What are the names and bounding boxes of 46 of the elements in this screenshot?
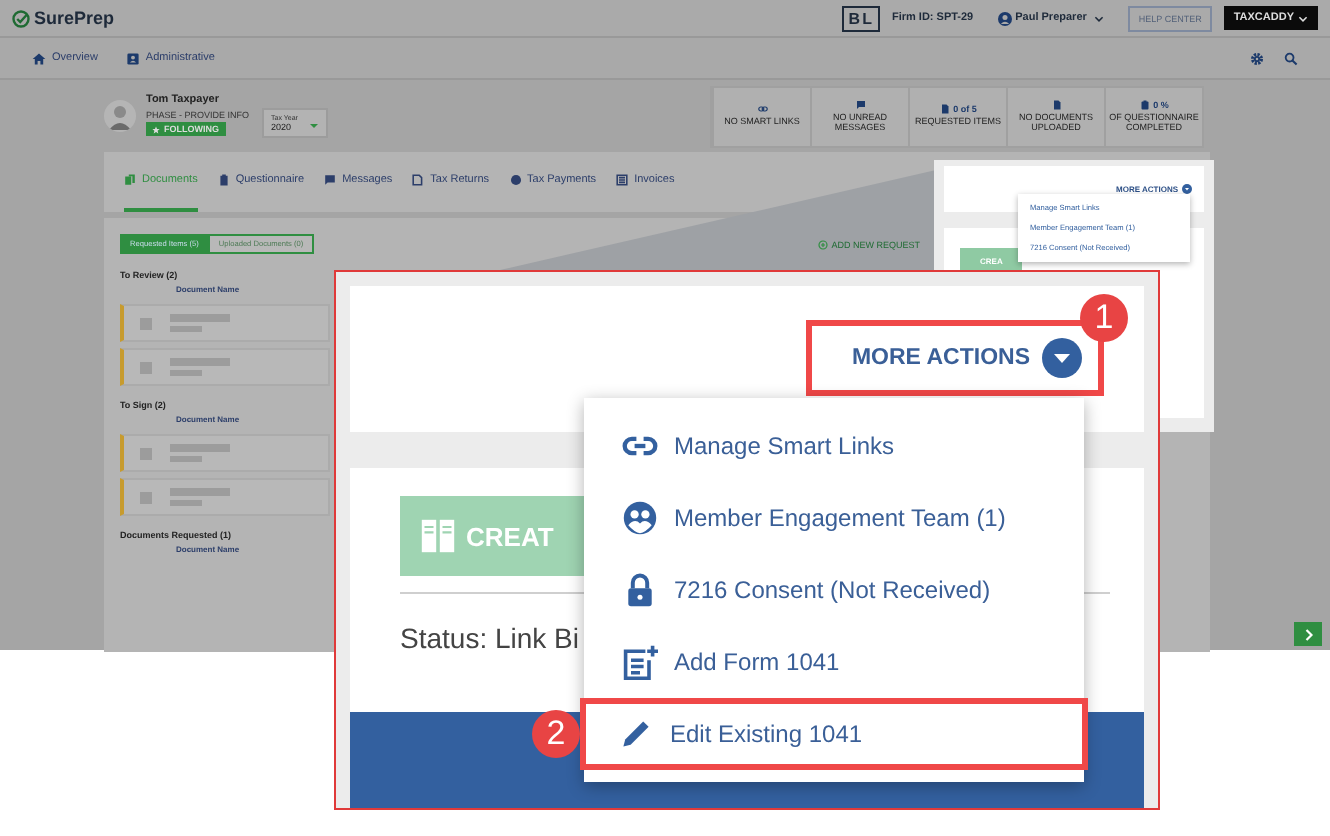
step-badge: 1	[1080, 294, 1128, 342]
status-text: Status: Link Bi	[400, 622, 581, 654]
next-button[interactable]	[1294, 622, 1322, 646]
add-document-icon	[622, 644, 658, 680]
check-logo-icon	[12, 9, 30, 27]
chevron-right-icon	[1303, 627, 1313, 641]
redacted-text-drawing	[170, 358, 230, 376]
list-icon	[616, 174, 629, 186]
person-card-icon	[125, 51, 140, 65]
avatar	[104, 100, 136, 132]
menu-item[interactable]: Manage Smart Links	[584, 410, 1084, 482]
caret-icon	[309, 124, 318, 128]
search-icon[interactable]	[1284, 51, 1298, 65]
document-row[interactable]	[120, 478, 330, 516]
redacted-text-drawing	[170, 488, 230, 506]
documents-icon	[124, 174, 136, 186]
caret-down-icon	[1042, 338, 1082, 378]
firm-badge: BL	[842, 5, 880, 31]
app-logo: SurePrep	[34, 8, 115, 28]
home-icon	[32, 51, 46, 65]
redacted-text-drawing	[170, 314, 230, 332]
clipboard-icon	[1139, 99, 1150, 110]
document-icon	[1051, 99, 1061, 110]
menu-item[interactable]: Member Engagement Team (1)	[584, 482, 1084, 554]
chat-icon	[324, 174, 337, 186]
menu-item[interactable]: Edit Existing 1041	[580, 698, 1088, 770]
menu-item[interactable]: 7216 Consent (Not Received)	[584, 554, 1084, 626]
clipboard-icon	[217, 174, 230, 186]
document-row[interactable]	[120, 348, 330, 386]
settings-icon[interactable]	[1250, 51, 1264, 65]
redacted-text-drawing	[170, 444, 230, 462]
link-icon	[757, 104, 767, 115]
book-icon	[420, 518, 456, 554]
pencil-icon	[618, 716, 654, 752]
chat-icon	[855, 99, 865, 110]
caret-icon	[1094, 15, 1105, 21]
document-row[interactable]	[120, 434, 330, 472]
caret-icon	[1298, 15, 1308, 21]
menu-item[interactable]: Add Form 1041	[584, 626, 1084, 698]
document-row[interactable]	[120, 304, 330, 342]
people-icon	[622, 500, 658, 536]
document-icon	[412, 174, 425, 186]
lock-icon	[622, 572, 658, 608]
document-icon	[939, 104, 950, 115]
user-icon	[997, 11, 1012, 25]
star-icon	[152, 125, 160, 133]
